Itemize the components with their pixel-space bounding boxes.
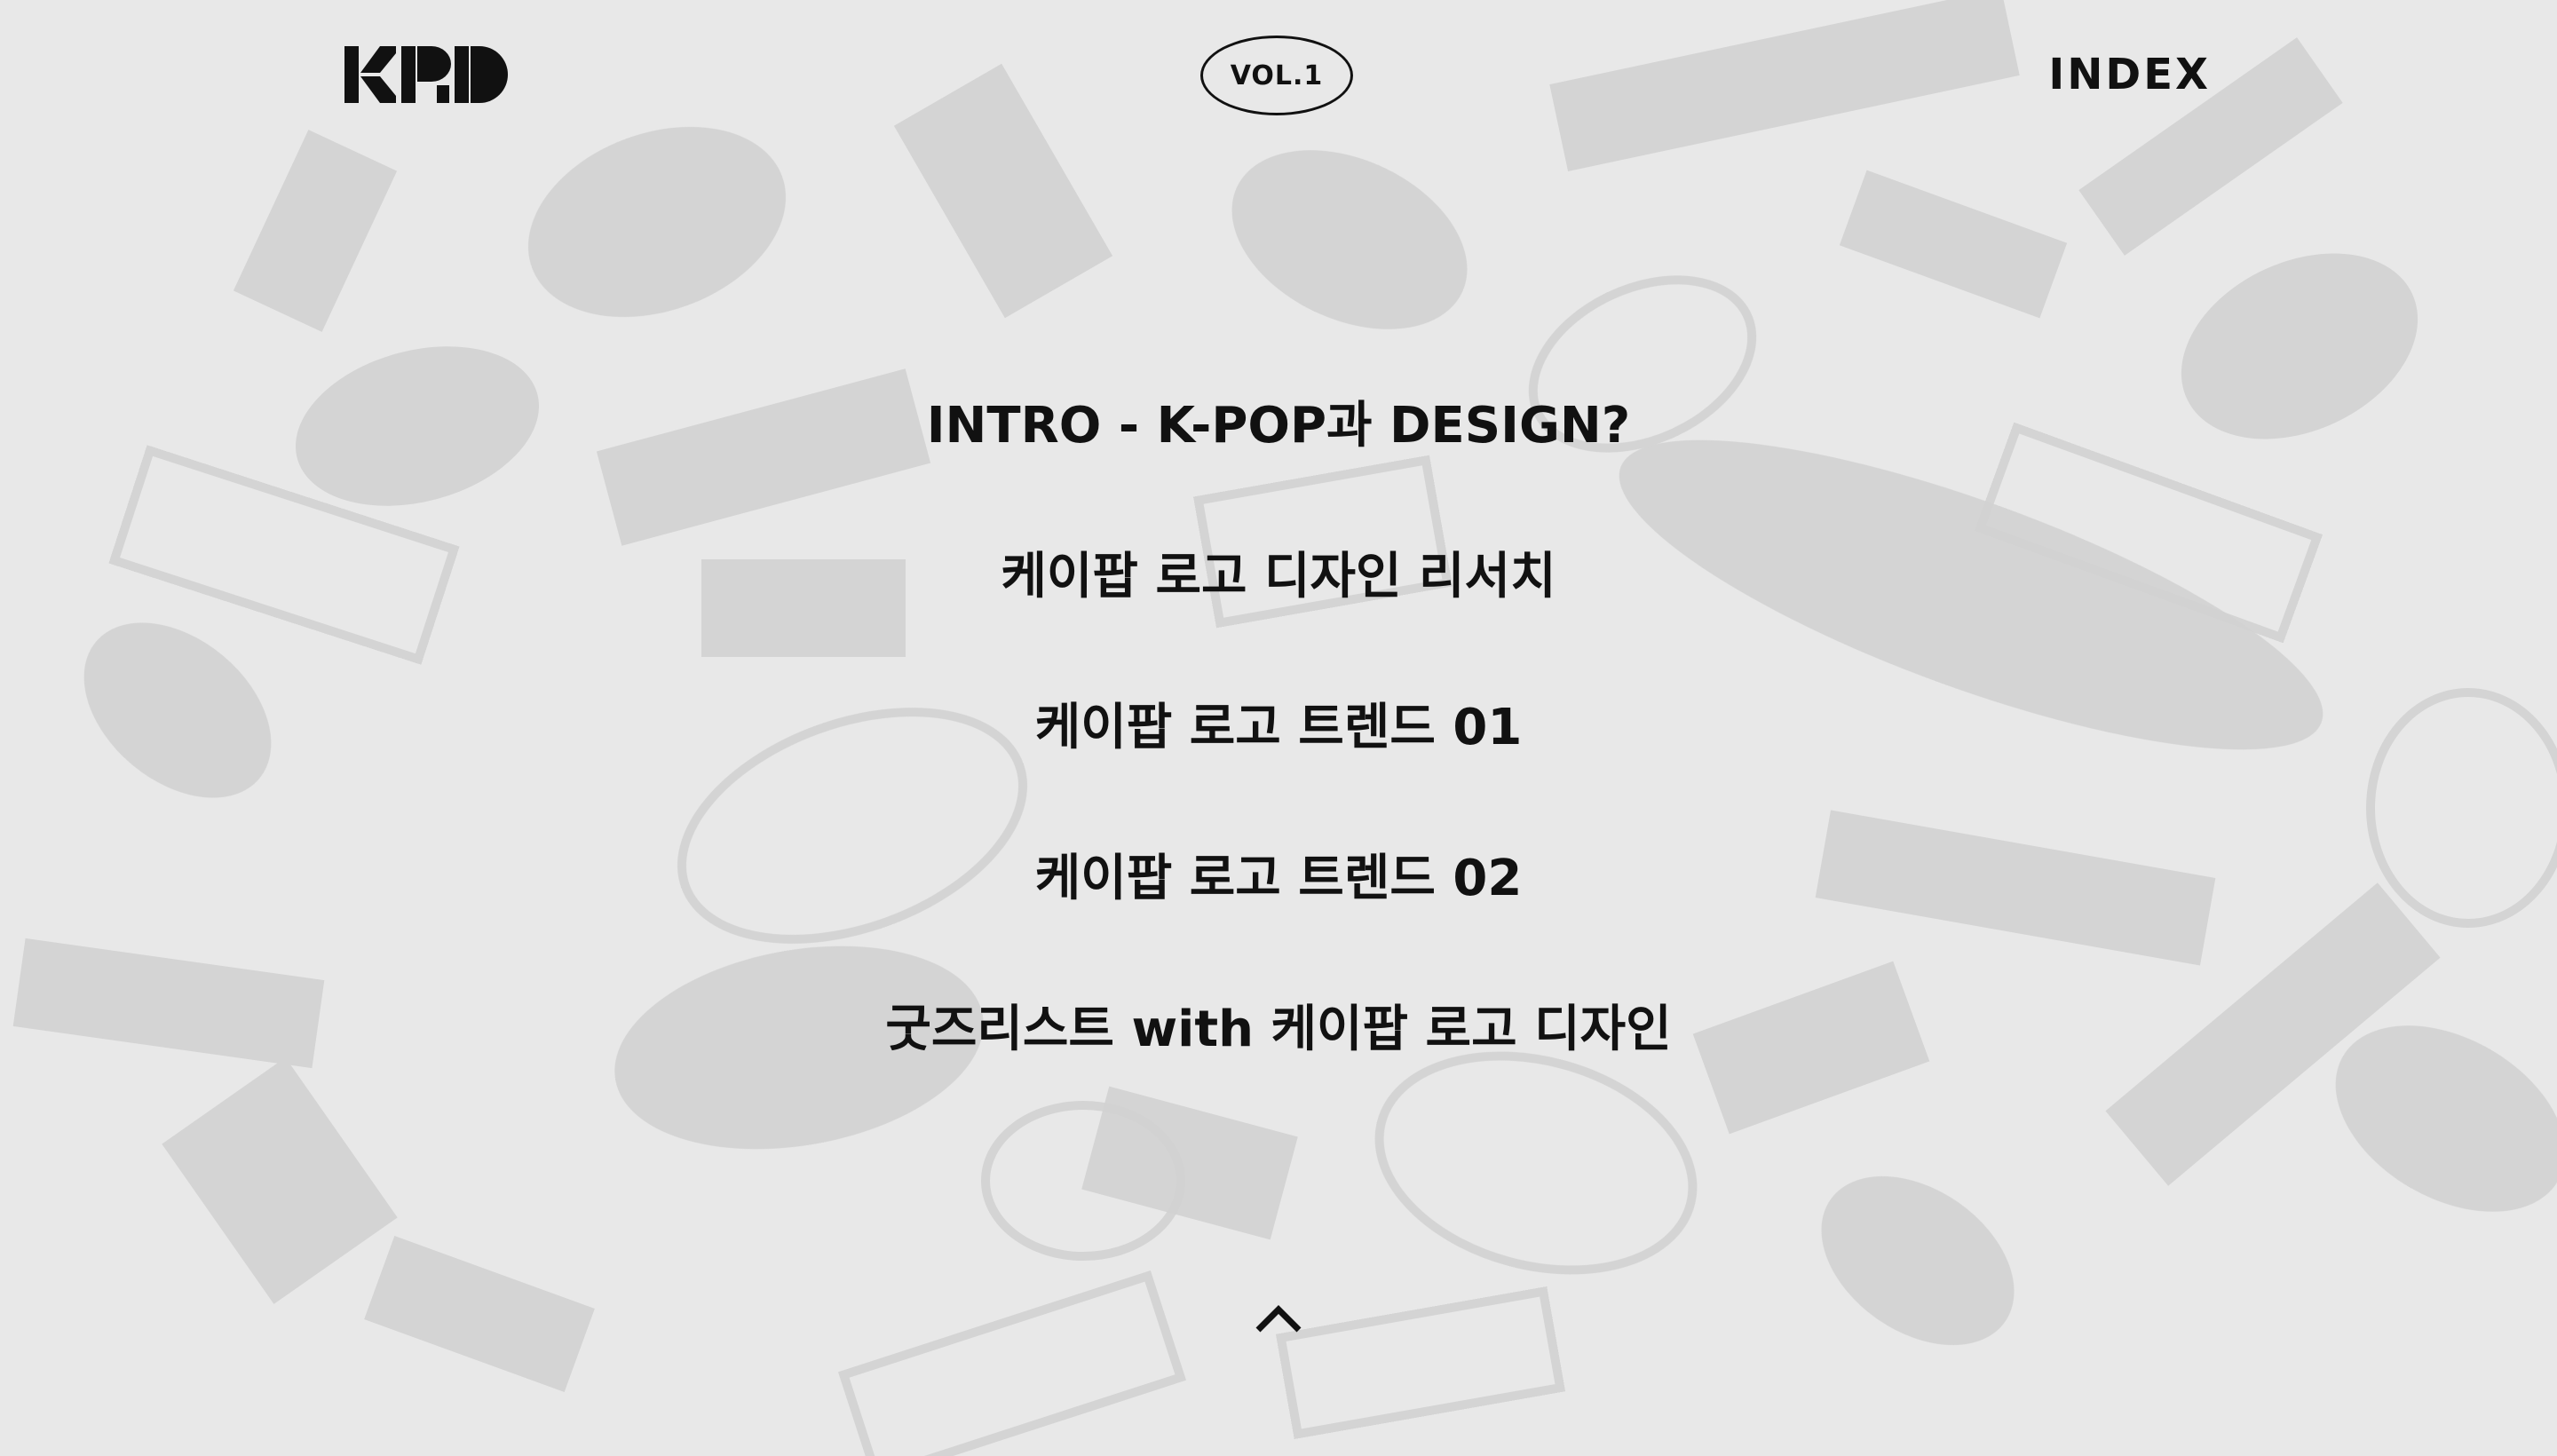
kpd-logo-icon [344, 46, 508, 103]
menu-item-logo-research[interactable]: 케이팝 로고 디자인 리서치 [0, 542, 2557, 613]
volume-badge: VOL.1 [1200, 36, 1353, 115]
scroll-up-button[interactable] [1252, 1292, 1305, 1345]
menu-item-logo-trend-01[interactable]: 케이팝 로고 트렌드 01 [0, 692, 2557, 764]
menu-item-intro[interactable]: INTRO - K-POP과 DESIGN? [0, 391, 2557, 462]
menu-item-logo-trend-02[interactable]: 케이팝 로고 트렌드 02 [0, 843, 2557, 914]
kpd-logo[interactable] [344, 46, 508, 103]
chevron-up-icon [1255, 1305, 1302, 1333]
menu-item-goods-list[interactable]: 굿즈리스트 with 케이팝 로고 디자인 [0, 994, 2557, 1065]
index-link[interactable]: INDEX [2048, 46, 2211, 103]
